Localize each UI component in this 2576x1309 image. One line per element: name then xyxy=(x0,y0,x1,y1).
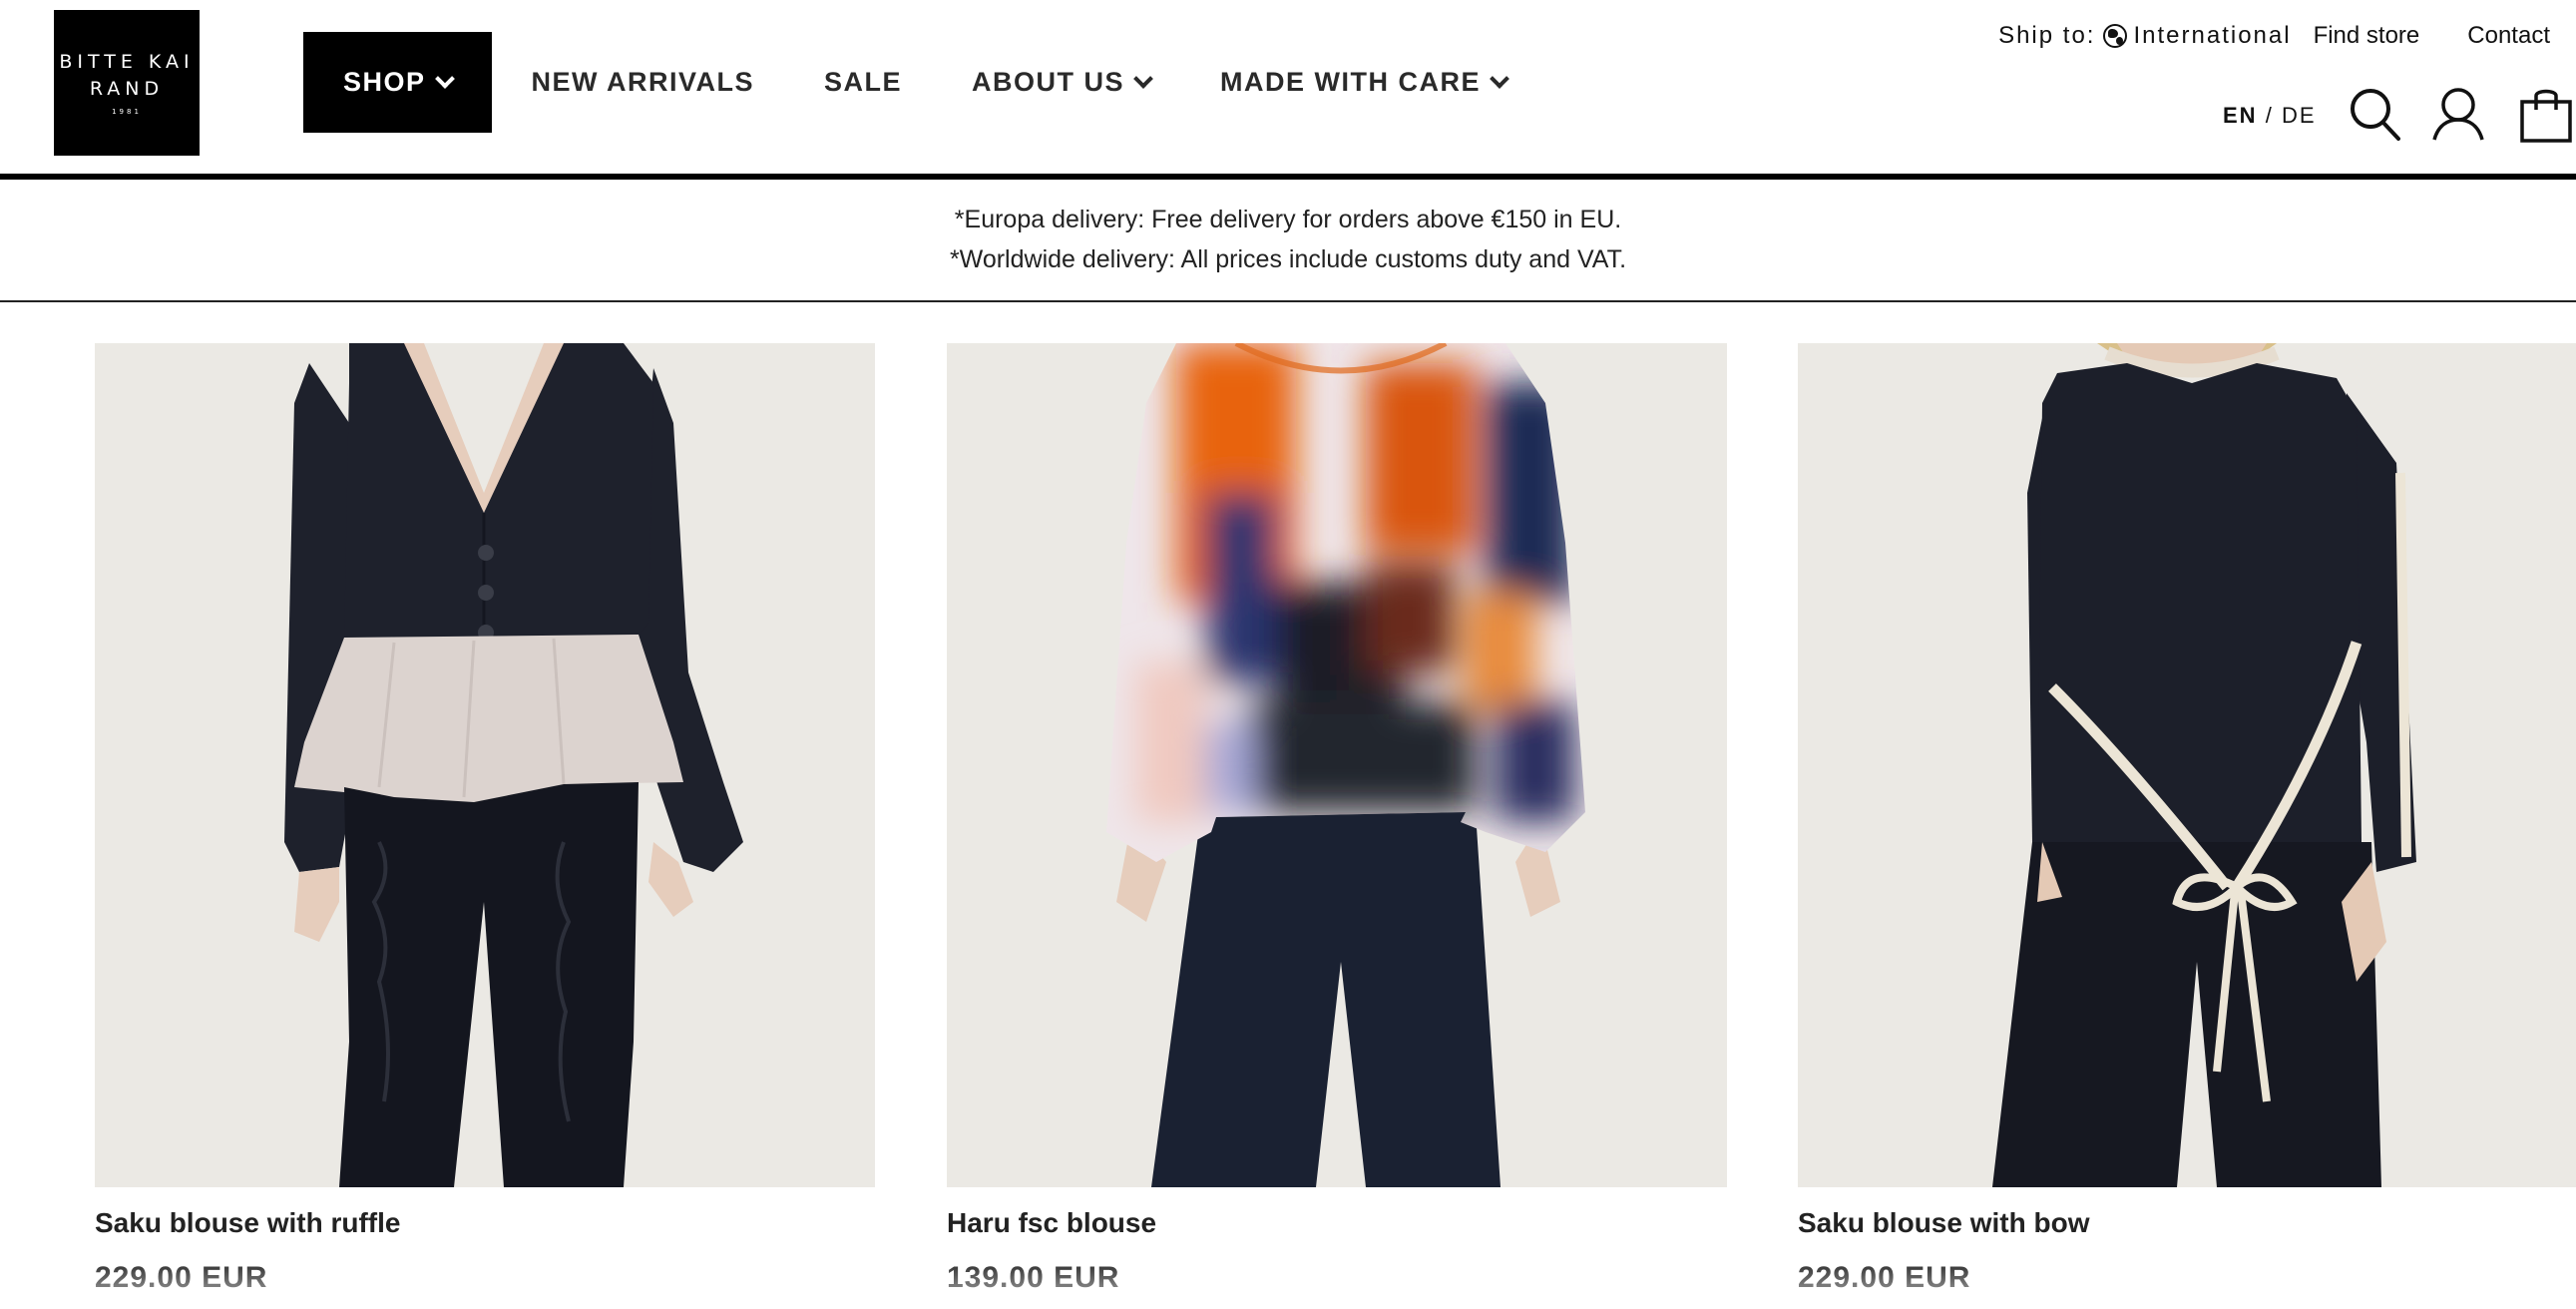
product-card[interactable]: Saku blouse with bow 229.00 EUR xyxy=(1798,343,2576,1294)
product-name[interactable]: Haru fsc blouse xyxy=(947,1207,1156,1239)
banner-line-worldwide: *Worldwide delivery: All prices include … xyxy=(949,245,1627,273)
logo-line-1: BITTE KAI xyxy=(59,51,195,73)
product-image[interactable] xyxy=(95,343,875,1187)
logo-line-2: RAND xyxy=(89,78,165,100)
lang-en[interactable]: EN xyxy=(2223,103,2258,128)
nav-made-with-care-label: MADE WITH CARE xyxy=(1220,67,1482,97)
language-switcher: EN / DE xyxy=(2223,103,2317,129)
product-name[interactable]: Saku blouse with bow xyxy=(1798,1207,2089,1239)
brand-logo[interactable]: BITTE KAI RAND 1981 xyxy=(54,10,200,156)
product-price: 229.00 EUR xyxy=(95,1261,268,1294)
product-card[interactable]: Saku blouse with ruffle 229.00 EUR xyxy=(95,343,875,1294)
nav-sale[interactable]: SALE xyxy=(824,32,902,133)
shopping-bag-icon[interactable] xyxy=(2518,84,2574,144)
site-header: BITTE KAI RAND 1981 SHOP NEW ARRIVALS SA… xyxy=(0,0,2576,176)
product-price: 229.00 EUR xyxy=(1798,1261,1971,1294)
chevron-down-icon xyxy=(1490,68,1509,89)
delivery-banner: *Europa delivery: Free delivery for orde… xyxy=(0,180,2576,301)
nav-about-us-label: ABOUT US xyxy=(972,67,1125,97)
main-nav: SHOP NEW ARRIVALS SALE ABOUT US MADE WIT… xyxy=(303,32,1576,133)
contact-link[interactable]: Contact xyxy=(2467,22,2550,50)
nav-shop-label: SHOP xyxy=(343,67,426,97)
product-photo-illustration xyxy=(95,343,875,1187)
nav-about-us[interactable]: ABOUT US xyxy=(972,32,1153,133)
product-image[interactable] xyxy=(947,343,1727,1187)
nav-sale-label: SALE xyxy=(824,67,903,97)
logo-year: 1981 xyxy=(112,108,142,116)
lang-separator: / xyxy=(2265,103,2274,128)
product-photo-illustration xyxy=(947,343,1727,1187)
product-name[interactable]: Saku blouse with ruffle xyxy=(95,1207,400,1239)
product-image[interactable] xyxy=(1798,343,2576,1187)
lang-de[interactable]: DE xyxy=(2282,103,2317,128)
ship-to-selector[interactable]: Ship to: International xyxy=(1998,22,2291,50)
globe-icon xyxy=(2103,24,2128,48)
ship-to-label: Ship to: xyxy=(1998,22,2096,49)
chevron-down-icon xyxy=(1133,68,1153,89)
search-icon[interactable] xyxy=(2347,84,2402,144)
chevron-down-icon xyxy=(434,68,455,89)
banner-line-europe: *Europa delivery: Free delivery for orde… xyxy=(954,206,1622,233)
nav-new-arrivals[interactable]: NEW ARRIVALS xyxy=(532,32,755,133)
ship-to-value: International xyxy=(2133,22,2292,49)
find-store-link[interactable]: Find store xyxy=(2314,22,2420,50)
banner-divider xyxy=(0,300,2576,302)
nav-new-arrivals-label: NEW ARRIVALS xyxy=(531,67,755,97)
nav-shop[interactable]: SHOP xyxy=(303,32,492,133)
product-price: 139.00 EUR xyxy=(947,1261,1120,1294)
account-icon[interactable] xyxy=(2430,84,2486,144)
bottom-fade xyxy=(0,1259,2576,1309)
utility-links: Ship to: International Find store Contac… xyxy=(1998,22,2550,50)
product-card[interactable]: Haru fsc blouse 139.00 EUR xyxy=(947,343,1727,1294)
nav-made-with-care[interactable]: MADE WITH CARE xyxy=(1220,32,1509,133)
product-photo-illustration xyxy=(1798,343,2576,1187)
